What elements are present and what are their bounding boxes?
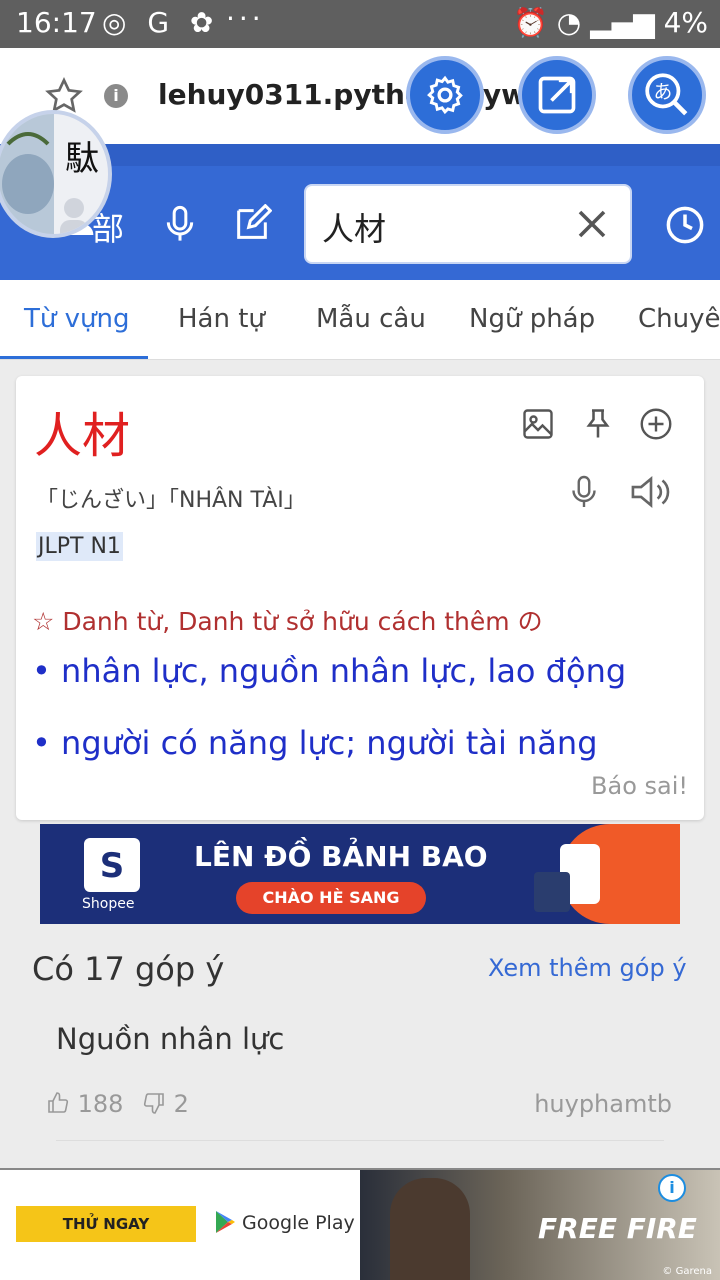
- ad-info-icon[interactable]: i: [658, 1174, 686, 1202]
- search-input[interactable]: 人材: [322, 204, 386, 250]
- dislike-count: 2: [173, 1090, 189, 1118]
- hiragana-search-icon: あ: [645, 73, 688, 116]
- status-notification-icons: ◎ G ✿: [102, 6, 220, 39]
- ad-publisher: © Garena: [662, 1266, 712, 1277]
- word-reading: 「じんざい」「NHÂN TÀI」: [36, 488, 306, 513]
- jlpt-level-badge: JLPT N1: [36, 532, 123, 561]
- ad-character-image: [390, 1178, 470, 1280]
- pin-icon[interactable]: [580, 406, 616, 442]
- dictionary-tabs: Từ vựng Hán tự Mẫu câu Ngữ pháp Chuyên: [0, 280, 720, 360]
- google-play-icon: [216, 1211, 235, 1233]
- meaning-item: • người có năng lực; người tài năng: [32, 724, 598, 762]
- status-right-group: ⏰ ◔ ▂▄▆ 4%: [513, 6, 708, 39]
- dictionary-lookup-float-button[interactable]: あ: [628, 56, 706, 134]
- active-tab-indicator: [0, 356, 148, 359]
- status-system-icons: ⏰ ◔ ▂▄▆: [512, 6, 655, 39]
- word-title: 人材: [34, 408, 131, 464]
- comment-divider: [56, 1140, 664, 1141]
- svg-text:あ: あ: [653, 82, 672, 103]
- bottom-ad-banner[interactable]: THỬ NGAY Google Play FREE FIRE © Garena …: [0, 1168, 720, 1280]
- report-error-link[interactable]: Báo sai!: [591, 772, 688, 800]
- tab-mau-cau[interactable]: Mẫu câu: [316, 304, 426, 334]
- banner-pill: CHÀO HÈ SANG: [236, 882, 426, 914]
- gear-icon: [427, 75, 463, 115]
- thumbs-down-icon: [143, 1093, 164, 1114]
- see-more-comments-link[interactable]: Xem thêm góp ý: [488, 954, 687, 982]
- tab-tu-vung[interactable]: Từ vựng: [24, 304, 129, 334]
- clear-search-icon[interactable]: [574, 206, 610, 242]
- status-bar: 16:17 ◎ G ✿ ··· ⏰ ◔ ▂▄▆ 4%: [0, 0, 720, 48]
- part-of-speech: ☆ Danh từ, Danh từ sở hữu cách thêm の: [32, 607, 543, 636]
- dislike-button[interactable]: 2: [142, 1090, 189, 1118]
- ad-cta-button[interactable]: THỬ NGAY: [16, 1206, 196, 1242]
- tab-chuyen-nganh[interactable]: Chuyên: [638, 304, 720, 334]
- open-external-float-button[interactable]: [518, 56, 596, 134]
- microphone-icon[interactable]: [160, 202, 200, 246]
- like-count: 188: [77, 1090, 124, 1118]
- microphone-icon[interactable]: [566, 472, 602, 512]
- comments-count: Có 17 góp ý: [32, 950, 225, 988]
- ad-game-title: FREE FIRE: [538, 1212, 697, 1245]
- word-card: 人材 「じんざい」「NHÂN TÀI」 JLPT N1 ☆ Danh từ, D…: [16, 376, 704, 820]
- tab-han-tu[interactable]: Hán tự: [178, 304, 265, 334]
- google-play-label: Google Play: [242, 1212, 355, 1234]
- history-clock-icon[interactable]: [664, 204, 706, 246]
- add-circle-icon[interactable]: [638, 406, 674, 442]
- speaker-icon[interactable]: [628, 472, 674, 512]
- banner-brand: Shopee: [82, 896, 135, 912]
- meaning-item: • nhân lực, nguồn nhân lực, lao động: [32, 652, 627, 690]
- image-icon[interactable]: [520, 406, 556, 442]
- handwriting-edit-icon[interactable]: [232, 204, 272, 244]
- search-box[interactable]: 人材: [304, 184, 632, 264]
- comment-text: Nguồn nhân lực: [56, 1022, 285, 1056]
- shopee-logo-icon: S: [84, 838, 140, 892]
- site-info-icon[interactable]: i: [104, 84, 128, 108]
- battery-level: 4%: [663, 6, 708, 39]
- comment-author[interactable]: huyphamtb: [534, 1090, 672, 1118]
- shorts-image: [534, 872, 570, 912]
- shopee-banner-ad[interactable]: S Shopee LÊN ĐỒ BẢNH BAO CHÀO HÈ SANG: [40, 824, 680, 924]
- like-button[interactable]: 188: [46, 1090, 123, 1118]
- status-time: 16:17: [16, 6, 97, 39]
- browser-url-bar: i lehuy0311.pythonanywhere: [0, 48, 720, 144]
- banner-headline: LÊN ĐỒ BẢNH BAO: [194, 840, 488, 873]
- tab-ngu-phap[interactable]: Ngữ pháp: [469, 304, 595, 334]
- open-external-icon: [538, 76, 576, 114]
- google-play-badge[interactable]: Google Play: [214, 1210, 355, 1234]
- svg-text:駄: 駄: [65, 139, 99, 179]
- thumbs-up-icon: [48, 1092, 69, 1113]
- status-more-icon: ···: [226, 2, 265, 35]
- settings-float-button[interactable]: [406, 56, 484, 134]
